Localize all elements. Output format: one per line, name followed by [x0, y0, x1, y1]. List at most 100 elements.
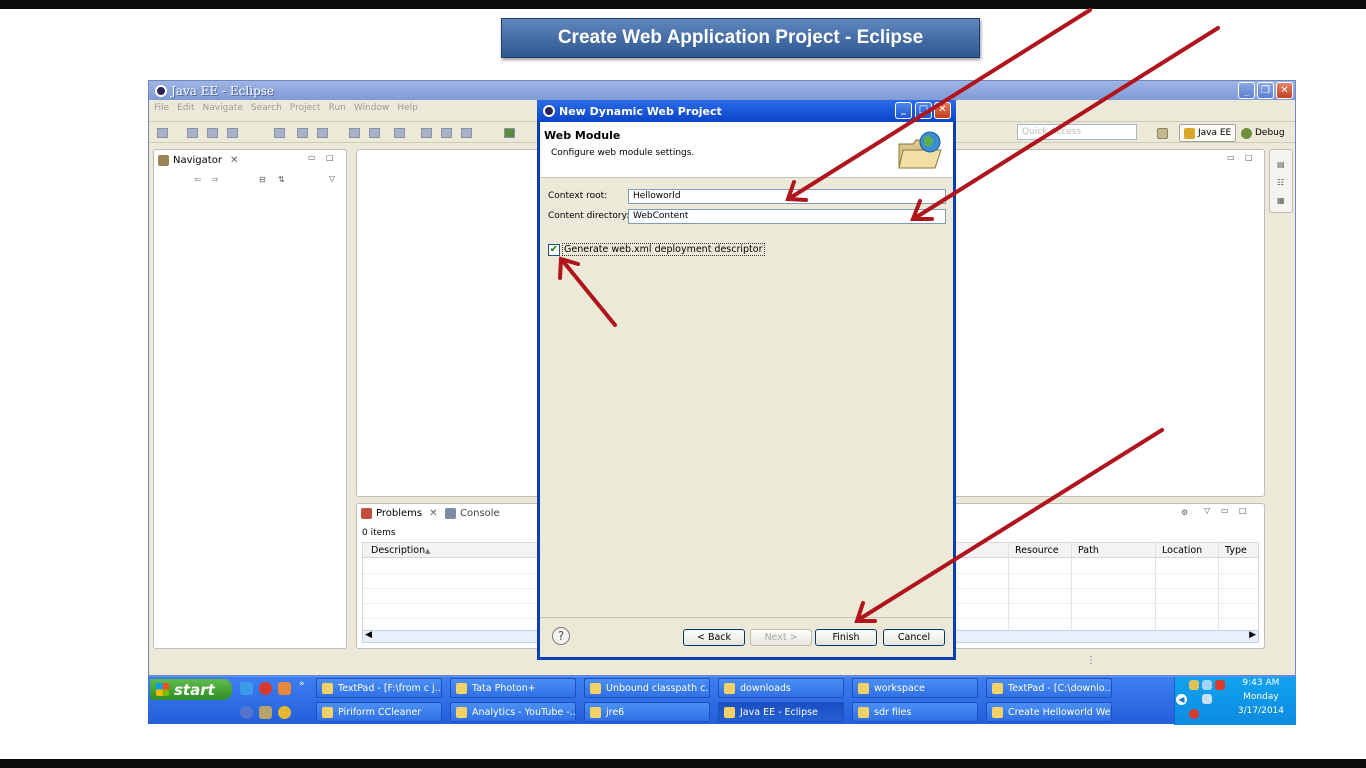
task-unbound-classpath[interactable]: Unbound classpath c... — [584, 678, 710, 698]
perspective-debug[interactable]: Debug — [1237, 124, 1289, 142]
tray-security-icon[interactable] — [1215, 680, 1225, 690]
navigator-maximize-icon[interactable]: □ — [326, 153, 334, 162]
navigator-tab[interactable]: Navigator ✕ — [158, 155, 238, 166]
redo-icon[interactable] — [369, 128, 380, 138]
problems-minimize-icon[interactable]: ▭ — [1221, 506, 1229, 515]
menu-project[interactable]: Project — [290, 103, 321, 116]
menu-run[interactable]: Run — [329, 103, 346, 116]
task-sdr-files[interactable]: sdr files — [852, 702, 978, 722]
problems-filter-icon[interactable]: ⚙ — [1181, 508, 1188, 517]
context-root-input[interactable]: Helloworld — [628, 189, 946, 204]
task-icon[interactable] — [297, 128, 308, 138]
generate-descriptor-option[interactable]: ✔ Generate web.xml deployment descriptor — [548, 243, 765, 256]
dialog-minimize-button[interactable]: _ — [895, 102, 912, 119]
scroll-right-icon[interactable]: ▶ — [1249, 630, 1256, 640]
link-editor-icon[interactable]: ⇅ — [278, 175, 285, 184]
chrome-icon[interactable] — [278, 706, 291, 719]
restore-button[interactable]: ❐ — [1257, 82, 1274, 99]
column-type[interactable]: Type — [1225, 545, 1247, 556]
menu-edit[interactable]: Edit — [177, 103, 194, 116]
menu-navigate[interactable]: Navigate — [203, 103, 243, 116]
perspective-java-ee[interactable]: Java EE — [1179, 124, 1237, 142]
cancel-button[interactable]: Cancel — [883, 629, 945, 646]
debug-icon[interactable] — [504, 128, 515, 138]
column-divider — [1008, 543, 1009, 638]
ie-icon[interactable] — [240, 682, 253, 695]
task-list-icon[interactable]: ▦ — [1277, 196, 1285, 205]
ccleaner-icon[interactable] — [259, 682, 272, 695]
navigator-minimize-icon[interactable]: ▭ — [308, 153, 316, 162]
tray-app-icon[interactable] — [1189, 680, 1199, 690]
task-java-ee-eclipse[interactable]: Java EE - Eclipse — [718, 702, 844, 722]
quicklaunch-more-icon[interactable]: » — [299, 679, 305, 689]
tray-collapse-icon[interactable]: ◀ — [1176, 694, 1187, 705]
refresh-icon[interactable] — [394, 128, 405, 138]
save-icon[interactable] — [187, 128, 198, 138]
dialog-maximize-button[interactable]: □ — [915, 102, 932, 119]
tray-alert-icon[interactable] — [1189, 709, 1199, 719]
open-perspective-icon[interactable] — [1157, 128, 1168, 139]
windows-logo-icon — [156, 683, 169, 696]
task-workspace[interactable]: workspace — [852, 678, 978, 698]
menu-help[interactable]: Help — [397, 103, 418, 116]
clock[interactable]: 9:43 AM Monday 3/17/2014 — [1238, 678, 1284, 716]
editor-maximize-icon[interactable]: □ — [1245, 153, 1253, 162]
new-icon[interactable] — [157, 128, 168, 138]
undo-icon[interactable] — [349, 128, 360, 138]
column-divider — [1071, 543, 1072, 638]
firefox-icon[interactable] — [240, 706, 253, 719]
save-all-icon[interactable] — [207, 128, 218, 138]
problems-view-menu-icon[interactable]: ▽ — [1204, 506, 1210, 515]
back-button[interactable]: < Back — [683, 629, 745, 646]
problems-maximize-icon[interactable]: □ — [1239, 506, 1247, 515]
task-tata-photon[interactable]: Tata Photon+ — [450, 678, 576, 698]
print-icon[interactable] — [227, 128, 238, 138]
gimp-icon[interactable] — [259, 706, 272, 719]
content-directory-input[interactable]: WebContent — [628, 209, 946, 224]
column-path[interactable]: Path — [1078, 545, 1099, 556]
problems-close-icon[interactable]: ✕ — [429, 508, 437, 519]
folder-icon — [858, 682, 869, 694]
resume-icon[interactable] — [421, 128, 432, 138]
view-menu-icon[interactable]: ▽ — [329, 174, 335, 183]
tray-monitor-icon[interactable] — [1202, 694, 1212, 704]
start-button[interactable]: start — [150, 679, 232, 700]
task-textpad-f[interactable]: TextPad - [F:\from c j... — [316, 678, 442, 698]
menu-search[interactable]: Search — [251, 103, 282, 116]
finish-button[interactable]: Finish — [815, 629, 877, 646]
pointer-icon[interactable] — [274, 128, 285, 138]
scroll-left-icon[interactable]: ◀ — [365, 630, 372, 640]
task-downloads[interactable]: downloads — [718, 678, 844, 698]
stop-icon[interactable] — [461, 128, 472, 138]
editor-minimize-icon[interactable]: ▭ — [1227, 153, 1235, 162]
tray-network-icon[interactable] — [1202, 680, 1212, 690]
column-resource[interactable]: Resource — [1015, 545, 1059, 556]
help-button[interactable]: ? — [552, 627, 570, 645]
menu-window[interactable]: Window — [354, 103, 390, 116]
menu-file[interactable]: File — [154, 103, 169, 116]
column-location[interactable]: Location — [1162, 545, 1202, 556]
close-button[interactable]: ✕ — [1276, 82, 1293, 99]
next-button[interactable]: Next > — [750, 629, 812, 646]
dialog-close-button[interactable]: ✕ — [934, 102, 951, 119]
outline-icon[interactable]: ☷ — [1277, 178, 1284, 187]
collapse-all-icon[interactable]: ⊟ — [259, 175, 266, 184]
generate-descriptor-checkbox[interactable]: ✔ — [548, 243, 560, 256]
back-arrow-icon[interactable]: ⇦ — [194, 175, 201, 184]
tools-icon[interactable] — [317, 128, 328, 138]
task-create-helloworld[interactable]: Create Helloworld We... — [986, 702, 1112, 722]
console-tab[interactable]: Console — [445, 508, 500, 519]
minimize-button[interactable]: _ — [1238, 82, 1255, 99]
task-textpad-c[interactable]: TextPad - [C:\downlo... — [986, 678, 1112, 698]
media-icon[interactable] — [278, 682, 291, 695]
pause-icon[interactable] — [441, 128, 452, 138]
problems-tab[interactable]: Problems ✕ — [361, 508, 437, 519]
quick-access-input[interactable]: Quick Access — [1017, 124, 1137, 140]
navigator-close-icon[interactable]: ✕ — [230, 155, 238, 166]
restore-view-icon[interactable]: ▤ — [1277, 160, 1285, 169]
task-jre6[interactable]: jre6 — [584, 702, 710, 722]
task-analytics-youtube[interactable]: Analytics - YouTube -... — [450, 702, 576, 722]
task-ccleaner[interactable]: Piriform CCleaner — [316, 702, 442, 722]
forward-arrow-icon[interactable]: ⇨ — [212, 175, 219, 184]
column-description[interactable]: Description — [371, 545, 425, 556]
